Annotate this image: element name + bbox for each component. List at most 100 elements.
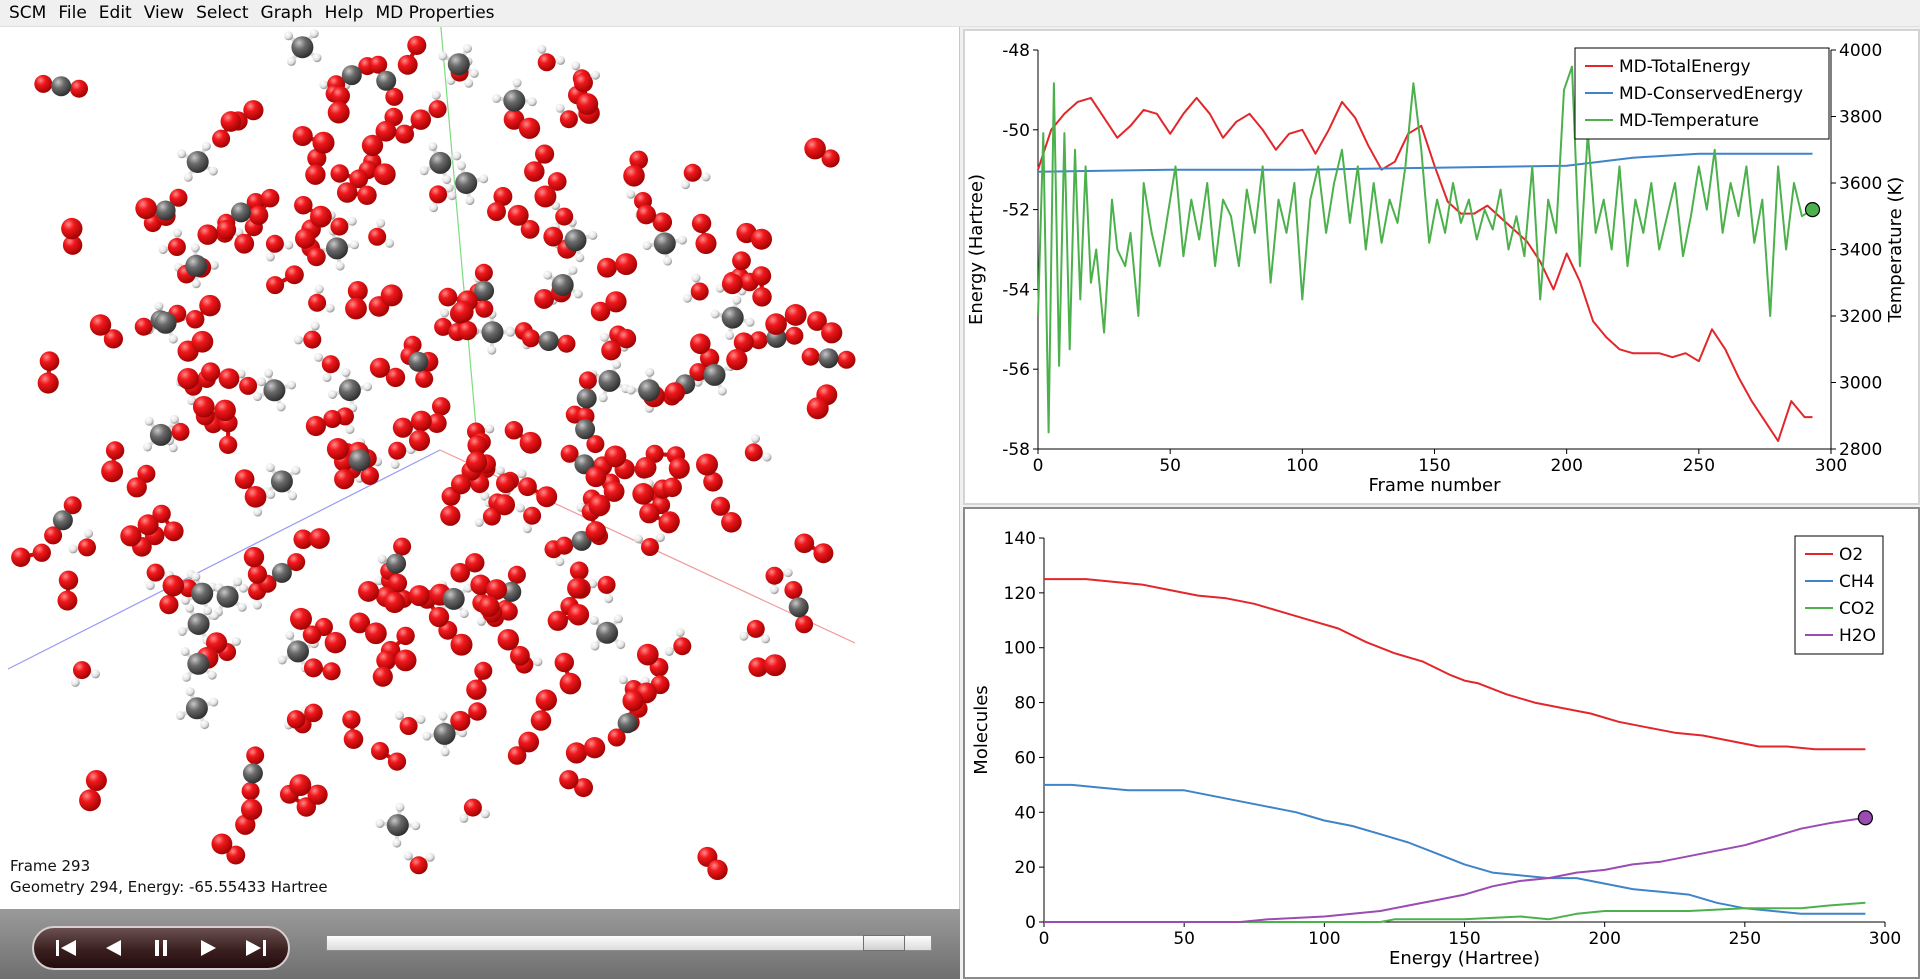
carbon-atom <box>575 419 596 440</box>
x-tick-label: 0 <box>1033 456 1044 476</box>
frame-slider-handle[interactable] <box>862 935 905 951</box>
oxygen-atom <box>507 204 529 226</box>
oxygen-atom <box>393 537 412 556</box>
y2-tick-label: 2800 <box>1839 440 1882 460</box>
oxygen-atom <box>752 287 772 307</box>
oxygen-atom <box>632 483 655 505</box>
energy-temperature-graph[interactable]: 0 50 100 150 200 250 300 -58 -56 -54 -52 -50 -48 2800… <box>963 29 1920 505</box>
oxygen-atom <box>534 185 557 208</box>
carbon-atom <box>551 274 574 296</box>
hydrogen-atom <box>291 465 301 475</box>
oxygen-atom <box>58 570 79 590</box>
y-tick-label: 20 <box>1014 858 1036 878</box>
oxygen-atom <box>493 494 516 516</box>
carbon-atom <box>617 713 638 734</box>
oxygen-atom <box>387 752 407 771</box>
x-axis-title: Frame number <box>1368 475 1501 496</box>
menu-select[interactable]: Select <box>193 0 257 27</box>
oxygen-atom <box>11 547 31 567</box>
carbon-atom <box>341 65 362 86</box>
menu-help[interactable]: Help <box>322 0 373 27</box>
carbon-atom <box>149 423 172 446</box>
oxygen-atom <box>732 251 751 271</box>
last-frame-button[interactable] <box>238 933 272 963</box>
molecule-viewer[interactable]: Frame 293 Geometry 294, Energy: -65.5543… <box>0 27 960 909</box>
oxygen-atom <box>214 399 236 422</box>
oxygen-atom <box>721 512 742 533</box>
carbon-atom <box>155 200 176 221</box>
y-tick-label: 60 <box>1014 748 1036 768</box>
hydrogen-atom <box>655 533 665 543</box>
first-frame-button[interactable] <box>50 933 84 963</box>
menu-view[interactable]: View <box>141 0 193 27</box>
oxygen-atom <box>312 131 335 154</box>
molecular-scene[interactable] <box>0 27 960 909</box>
oxygen-atom <box>384 591 406 614</box>
oxygen-atom <box>744 443 763 462</box>
oxygen-atom <box>89 314 112 336</box>
legend-label: MD-ConservedEnergy <box>1619 84 1803 104</box>
hydrogen-atom <box>411 821 421 831</box>
hydrogen-atom <box>416 715 426 724</box>
hydrogen-atom <box>345 425 355 434</box>
oxygen-atom <box>450 474 472 495</box>
oxygen-atom <box>372 666 393 687</box>
oxygen-atom <box>308 528 330 549</box>
hydrogen-atom <box>310 321 320 331</box>
hydrogen-atom <box>556 55 566 65</box>
step-forward-icon <box>200 940 216 956</box>
oxygen-atom <box>468 702 487 721</box>
hydrogen-atom <box>257 377 266 387</box>
menu-scm[interactable]: SCM <box>6 0 55 27</box>
carbon-atom <box>703 363 726 386</box>
oxygen-atom <box>537 53 556 72</box>
hydrogen-atom <box>591 70 600 80</box>
molecules-graph[interactable]: 0 50 100 150 200 250 300 0 20 40 60 80 100 120 140 Ener… <box>963 507 1920 979</box>
hydrogen-atom <box>207 670 217 680</box>
oxygen-atom <box>466 451 488 473</box>
hydrogen-atom <box>474 517 484 527</box>
oxygen-atom <box>192 395 215 418</box>
x-tick-label: 100 <box>1286 456 1318 476</box>
menu-file[interactable]: File <box>55 0 95 27</box>
series-line-ch4 <box>1044 783 1866 915</box>
previous-frame-button[interactable] <box>97 933 131 963</box>
hydrogen-atom <box>180 647 190 656</box>
oxygen-atom <box>57 590 78 611</box>
pause-button[interactable] <box>144 933 178 963</box>
hydrogen-atom <box>403 851 413 861</box>
oxygen-atom <box>431 397 451 416</box>
series-line-o2 <box>1044 578 1866 751</box>
hydrogen-atom <box>190 243 200 253</box>
menu-md-properties[interactable]: MD Properties <box>372 0 503 27</box>
hydrogen-atom <box>68 544 78 554</box>
menu-graph[interactable]: Graph <box>258 0 322 27</box>
y2-tick-label: 3800 <box>1839 108 1882 128</box>
oxygen-atom <box>397 54 418 75</box>
oxygen-atom <box>294 195 313 215</box>
x-tick-label: 50 <box>1159 456 1181 476</box>
hydrogen-atom <box>678 235 687 245</box>
oxygen-atom <box>543 226 564 247</box>
oxygen-atom <box>555 536 574 555</box>
oxygen-atom <box>295 228 316 249</box>
oxygen-atom <box>365 622 387 645</box>
hydrogen-atom <box>600 332 609 342</box>
next-frame-button[interactable] <box>191 933 225 963</box>
hydrogen-atom <box>527 97 537 107</box>
hydrogen-atom <box>390 460 400 469</box>
carbon-atom <box>271 562 292 583</box>
oxygen-atom <box>521 329 540 348</box>
carbon-atom <box>638 379 661 402</box>
oxygen-atom <box>305 164 326 185</box>
oxygen-atom <box>450 562 471 583</box>
hydrogen-atom <box>573 289 583 299</box>
oxygen-atom <box>690 282 709 301</box>
hydrogen-atom <box>769 585 779 595</box>
hydrogen-atom <box>533 657 543 667</box>
oxygen-atom <box>323 409 342 429</box>
oxygen-atom <box>499 602 518 621</box>
frame-label: Frame 293 <box>10 857 91 875</box>
frame-slider[interactable] <box>326 935 932 951</box>
menu-edit[interactable]: Edit <box>96 0 141 27</box>
